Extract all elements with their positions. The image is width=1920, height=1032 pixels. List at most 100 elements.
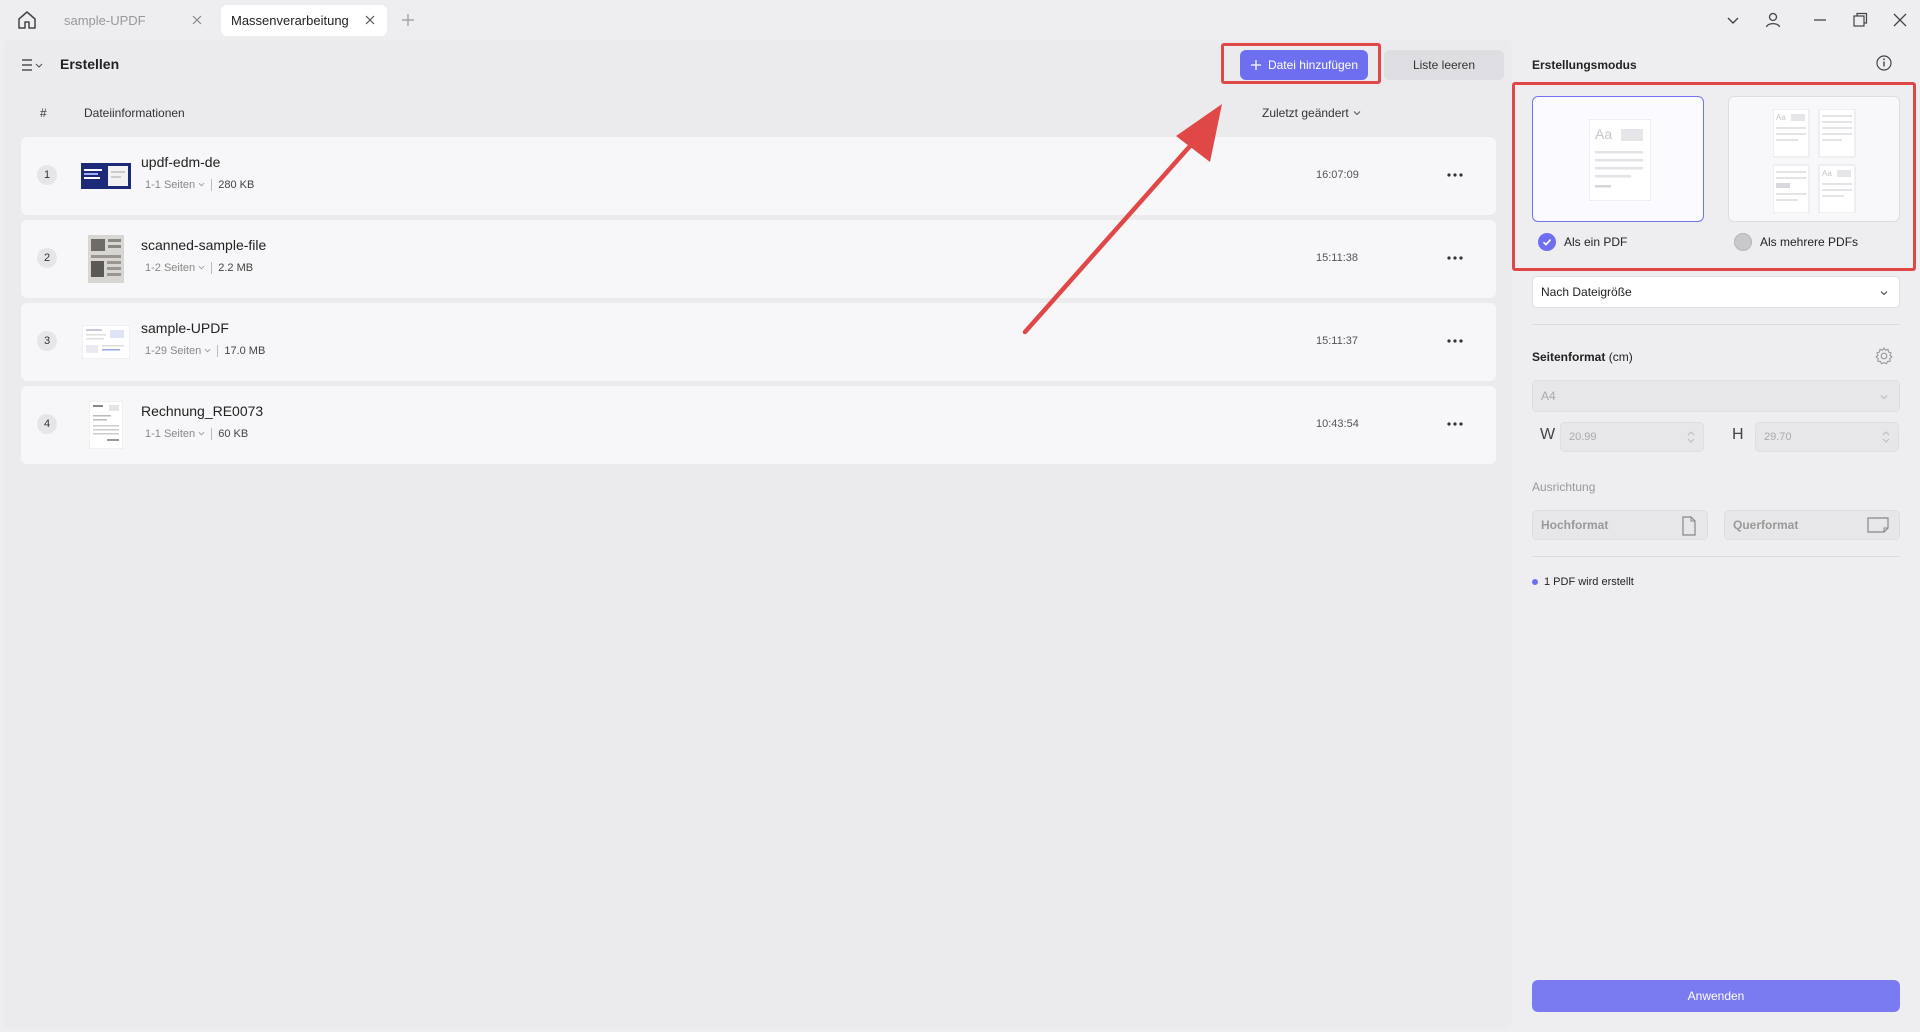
divider xyxy=(1532,556,1900,557)
page-format-value: A4 xyxy=(1541,389,1556,403)
add-tab-icon[interactable] xyxy=(400,12,416,28)
tab-massenverarbeitung[interactable]: Massenverarbeitung xyxy=(221,5,387,36)
clear-list-button[interactable]: Liste leeren xyxy=(1384,50,1504,80)
file-modified-time: 16:07:09 xyxy=(1316,169,1359,181)
orientation-label: Ausrichtung xyxy=(1532,480,1596,494)
chevron-down-icon xyxy=(1353,111,1361,116)
minimize-icon[interactable] xyxy=(1810,10,1830,30)
file-thumbnail xyxy=(81,151,131,201)
annotation-arrow-icon xyxy=(1022,104,1222,335)
landscape-label: Querformat xyxy=(1733,518,1799,532)
file-row[interactable]: 4 Rechnung_RE0073 1-1 Seiten 60 KB 10:43… xyxy=(21,386,1496,464)
page-range-select[interactable]: 1-2 Seiten xyxy=(145,262,205,274)
width-label: W xyxy=(1540,426,1556,443)
file-size: 2.2 MB xyxy=(218,262,254,274)
chevron-down-icon[interactable] xyxy=(1723,10,1743,30)
page-range-select[interactable]: 1-1 Seiten xyxy=(145,179,205,191)
file-meta: 1-1 Seiten 280 KB xyxy=(145,179,254,191)
stepper-icon[interactable] xyxy=(1687,429,1695,445)
chevron-down-icon xyxy=(204,348,211,353)
width-value: 20.99 xyxy=(1569,431,1597,443)
annotation-highlight-add xyxy=(1221,43,1381,84)
divider xyxy=(217,345,219,357)
row-number: 3 xyxy=(37,331,57,351)
chevron-down-icon xyxy=(198,182,205,187)
page-range: 1-1 Seiten xyxy=(145,179,196,191)
portrait-button[interactable]: Hochformat xyxy=(1532,510,1708,540)
restore-icon[interactable] xyxy=(1850,10,1870,30)
home-icon[interactable] xyxy=(16,9,38,31)
chevron-down-icon xyxy=(198,265,205,270)
apply-button[interactable]: Anwenden xyxy=(1532,980,1900,1012)
file-meta: 1-29 Seiten 17.0 MB xyxy=(145,345,265,357)
more-options-icon[interactable] xyxy=(1444,331,1466,351)
file-thumbnail xyxy=(81,400,131,450)
close-icon[interactable] xyxy=(363,13,377,27)
file-name: updf-edm-de xyxy=(141,154,221,170)
file-name: Rechnung_RE0073 xyxy=(141,403,264,419)
panel-title: Erstellungsmodus xyxy=(1532,58,1637,72)
tab-label: sample-UPDF xyxy=(64,13,146,28)
page-range-select[interactable]: 1-1 Seiten xyxy=(145,428,205,440)
gear-icon[interactable] xyxy=(1874,346,1894,366)
file-list-panel: Erstellen Datei hinzufügen Liste leeren … xyxy=(4,40,1512,1028)
title-bar: sample-UPDF Massenverarbeitung xyxy=(0,0,1920,40)
file-name: sample-UPDF xyxy=(141,320,229,336)
row-number: 1 xyxy=(37,165,57,185)
stepper-icon[interactable] xyxy=(1882,429,1890,445)
tab-label: Massenverarbeitung xyxy=(231,13,349,28)
status-dot-icon xyxy=(1532,579,1538,585)
chevron-down-icon xyxy=(1880,291,1888,296)
width-input[interactable]: 20.99 xyxy=(1560,422,1704,452)
file-modified-time: 10:43:54 xyxy=(1316,418,1359,430)
page-format-select[interactable]: A4 xyxy=(1532,380,1900,412)
tab-sample-updf[interactable]: sample-UPDF xyxy=(54,5,214,36)
file-name: scanned-sample-file xyxy=(141,237,267,253)
chevron-down-icon xyxy=(198,431,205,436)
info-icon[interactable] xyxy=(1875,54,1893,72)
menu-icon[interactable] xyxy=(20,55,48,75)
column-header-info: Dateiinformationen xyxy=(84,106,185,120)
landscape-page-icon xyxy=(1867,517,1889,533)
more-options-icon[interactable] xyxy=(1444,165,1466,185)
file-modified-time: 15:11:38 xyxy=(1316,252,1359,264)
portrait-page-icon xyxy=(1682,516,1696,536)
page-range: 1-29 Seiten xyxy=(145,345,202,357)
page-range-select[interactable]: 1-29 Seiten xyxy=(145,345,211,357)
sort-select-value: Nach Dateigröße xyxy=(1541,285,1632,299)
file-modified-time: 15:11:37 xyxy=(1316,335,1359,347)
file-row[interactable]: 2 scanned-sample-file 1-2 Seiten 2.2 MB … xyxy=(21,220,1496,298)
column-header-number: # xyxy=(40,106,47,120)
file-thumbnail xyxy=(81,317,131,367)
user-icon[interactable] xyxy=(1763,10,1783,30)
column-header-modified[interactable]: Zuletzt geändert xyxy=(1262,106,1361,120)
page-format-unit: (cm) xyxy=(1608,350,1633,364)
close-window-icon[interactable] xyxy=(1890,10,1910,30)
row-number: 4 xyxy=(37,414,57,434)
divider xyxy=(211,262,213,274)
more-options-icon[interactable] xyxy=(1444,248,1466,268)
page-format-title: Seitenformat xyxy=(1532,350,1606,364)
clear-list-label: Liste leeren xyxy=(1412,58,1476,72)
height-value: 29.70 xyxy=(1764,431,1792,443)
file-row[interactable]: 1 updf-edm-de 1-1 Seiten 280 KB 16:07:09 xyxy=(21,137,1496,215)
close-icon[interactable] xyxy=(190,13,204,27)
divider xyxy=(211,428,213,440)
divider xyxy=(211,179,213,191)
more-options-icon[interactable] xyxy=(1444,414,1466,434)
row-number: 2 xyxy=(37,248,57,268)
page-format-label: Seitenformat (cm) xyxy=(1532,350,1633,364)
page-title: Erstellen xyxy=(60,56,120,72)
file-meta: 1-2 Seiten 2.2 MB xyxy=(145,262,253,274)
file-row[interactable]: 3 sample-UPDF 1-29 Seiten 17.0 MB 15:11:… xyxy=(21,303,1496,381)
landscape-button[interactable]: Querformat xyxy=(1724,510,1900,540)
height-label: H xyxy=(1732,426,1744,443)
file-size: 280 KB xyxy=(218,179,255,191)
column-header-modified-label: Zuletzt geändert xyxy=(1262,106,1349,120)
file-meta: 1-1 Seiten 60 KB xyxy=(145,428,248,440)
sort-select[interactable]: Nach Dateigröße xyxy=(1532,276,1900,308)
apply-label: Anwenden xyxy=(1687,989,1745,1003)
status-text: 1 PDF wird erstellt xyxy=(1544,576,1634,588)
height-input[interactable]: 29.70 xyxy=(1755,422,1899,452)
file-thumbnail xyxy=(81,234,131,284)
